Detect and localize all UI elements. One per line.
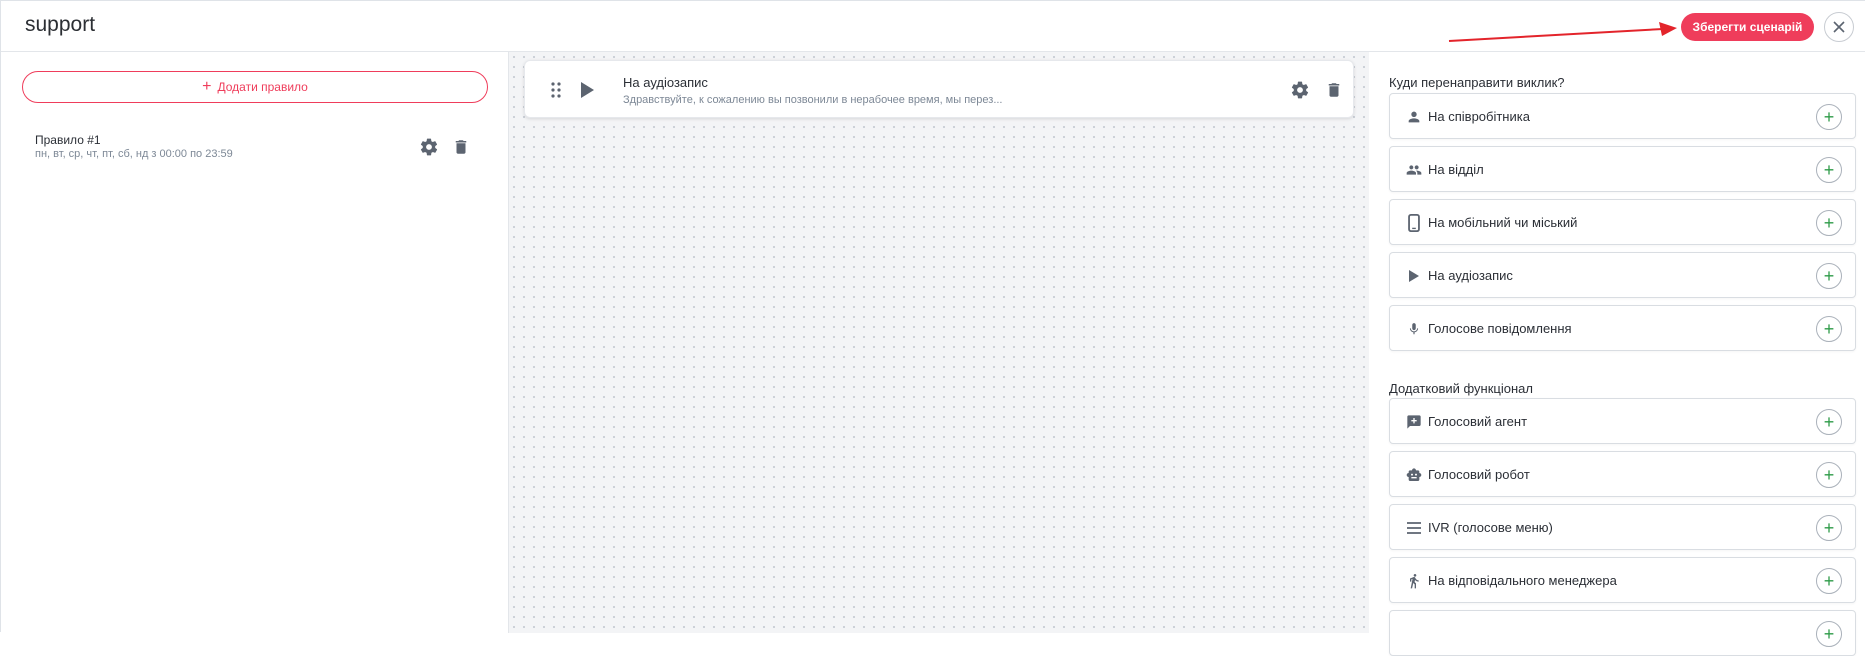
play-icon <box>1404 266 1424 286</box>
gear-icon[interactable] <box>1290 80 1310 100</box>
option-audio[interactable]: На аудіозапис + <box>1389 252 1856 298</box>
node-title: На аудіозапис <box>623 75 708 90</box>
option-partial[interactable]: + <box>1389 610 1856 656</box>
option-department[interactable]: На відділ + <box>1389 146 1856 192</box>
add-option-button[interactable]: + <box>1816 621 1842 647</box>
add-option-button[interactable]: + <box>1816 210 1842 236</box>
extra-section-title: Додатковий функціонал <box>1389 381 1533 396</box>
voice-agent-icon <box>1404 412 1424 432</box>
add-option-button[interactable]: + <box>1816 104 1842 130</box>
robot-icon <box>1404 465 1424 485</box>
drag-handle-icon[interactable] <box>549 81 563 99</box>
trash-icon[interactable] <box>1325 80 1343 100</box>
option-responsible-manager[interactable]: На відповідального менеджера + <box>1389 557 1856 603</box>
gear-icon[interactable] <box>419 137 439 157</box>
node-subtitle: Здравствуйте, к сожалению вы позвонили в… <box>623 94 1003 106</box>
rule-name: Правило #1 <box>35 133 101 147</box>
redirect-section-title: Куди перенаправити виклик? <box>1389 75 1565 90</box>
add-option-button[interactable]: + <box>1816 568 1842 594</box>
header: support Зберегти сценарій <box>1 1 1865 52</box>
save-scenario-button[interactable]: Зберегти сценарій <box>1681 13 1814 41</box>
option-voice-message[interactable]: Голосове повідомлення + <box>1389 305 1856 351</box>
close-icon <box>1833 21 1845 33</box>
add-option-button[interactable]: + <box>1816 157 1842 183</box>
flow-canvas[interactable]: На аудіозапис Здравствуйте, к сожалению … <box>509 52 1369 633</box>
add-rule-label: Додати правило <box>217 80 308 94</box>
option-phone[interactable]: На мобільний чи міський + <box>1389 199 1856 245</box>
actions-panel: Куди перенаправити виклик? На співробітн… <box>1369 52 1865 656</box>
play-icon <box>581 82 594 98</box>
scenario-title: support <box>25 13 96 36</box>
option-label: На відділ <box>1428 162 1484 177</box>
option-label: На відповідального менеджера <box>1428 573 1617 588</box>
rules-panel: + Додати правило Правило #1 пн, вт, ср, … <box>1 52 509 633</box>
option-label: На аудіозапис <box>1428 268 1513 283</box>
phone-icon <box>1404 213 1424 233</box>
trash-icon[interactable] <box>452 137 470 157</box>
option-label: IVR (голосове меню) <box>1428 520 1553 535</box>
add-option-button[interactable]: + <box>1816 263 1842 289</box>
option-ivr[interactable]: IVR (голосове меню) + <box>1389 504 1856 550</box>
option-label: На мобільний чи міський <box>1428 215 1578 230</box>
rule-schedule: пн, вт, ср, чт, пт, сб, нд з 00:00 по 23… <box>35 148 233 160</box>
option-label: Голосове повідомлення <box>1428 321 1572 336</box>
group-icon <box>1404 160 1424 180</box>
menu-lines-icon <box>1404 518 1424 538</box>
option-employee[interactable]: На співробітника + <box>1389 93 1856 139</box>
plus-icon: + <box>202 78 212 95</box>
add-rule-button[interactable]: + Додати правило <box>22 71 488 103</box>
rule-item[interactable]: Правило #1 пн, вт, ср, чт, пт, сб, нд з … <box>22 126 488 172</box>
audio-node[interactable]: На аудіозапис Здравствуйте, к сожалению … <box>524 60 1354 118</box>
add-option-button[interactable]: + <box>1816 316 1842 342</box>
app-frame: support Зберегти сценарій + Додати прави… <box>0 0 1865 656</box>
option-voice-agent[interactable]: Голосовий агент + <box>1389 398 1856 444</box>
add-option-button[interactable]: + <box>1816 409 1842 435</box>
add-option-button[interactable]: + <box>1816 515 1842 541</box>
manager-icon <box>1404 571 1424 591</box>
add-option-button[interactable]: + <box>1816 462 1842 488</box>
option-label: Голосовий робот <box>1428 467 1530 482</box>
mic-icon <box>1404 319 1424 339</box>
close-button[interactable] <box>1824 12 1854 42</box>
option-voice-robot[interactable]: Голосовий робот + <box>1389 451 1856 497</box>
person-icon <box>1404 107 1424 127</box>
option-label: Голосовий агент <box>1428 414 1528 429</box>
option-label: На співробітника <box>1428 109 1530 124</box>
annotation-arrow-icon <box>1448 22 1677 42</box>
